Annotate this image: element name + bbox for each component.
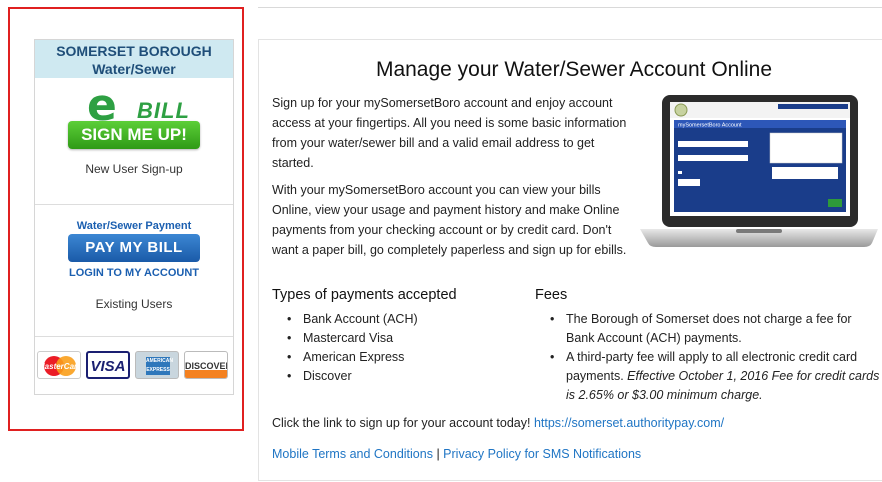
discover-logo: DISCOVER xyxy=(184,351,228,379)
laptop-screen-title: mySomersetBoro Account xyxy=(678,123,742,129)
top-divider xyxy=(258,7,882,8)
payment-types-heading: Types of payments accepted xyxy=(272,287,457,303)
ebill-logo: e BILL xyxy=(87,80,189,131)
list-item: Discover xyxy=(272,367,512,386)
fees-list: The Borough of Somerset does not charge … xyxy=(535,310,880,405)
signup-callout: Click the link to sign up for your accou… xyxy=(272,416,724,430)
visa-logo: VISA xyxy=(86,351,130,379)
mastercard-logo: MasterCard xyxy=(37,351,81,379)
laptop-illustration: mySomersetBoro Account xyxy=(640,95,878,247)
signup-portal-link[interactable]: https://somerset.authoritypay.com/ xyxy=(534,416,724,430)
brand-header: SOMERSET BOROUGH Water/Sewer xyxy=(35,40,233,78)
fees-heading: Fees xyxy=(535,287,568,303)
brand-line-2: Water/Sewer xyxy=(92,61,176,77)
footer-links: Mobile Terms and Conditions | Privacy Po… xyxy=(272,447,641,461)
list-item: The Borough of Somerset does not charge … xyxy=(535,310,880,348)
account-sidebar: SOMERSET BOROUGH Water/Sewer e BILL SIGN… xyxy=(34,39,234,395)
sign-me-up-button[interactable]: SIGN ME UP! xyxy=(68,121,200,149)
pay-my-bill-button[interactable]: PAY MY BILL xyxy=(68,234,200,262)
new-user-label: New User Sign-up xyxy=(85,162,183,176)
privacy-policy-link[interactable]: Privacy Policy for SMS Notifications xyxy=(443,447,641,461)
page-title: Manage your Water/Sewer Account Online xyxy=(375,58,773,81)
list-item: Mastercard Visa xyxy=(272,329,512,348)
login-link[interactable]: LOGIN TO MY ACCOUNT xyxy=(35,267,233,279)
intro-paragraph: Sign up for your mySomersetBoro account … xyxy=(272,96,627,170)
link-separator: | xyxy=(432,447,444,461)
brand-line-1: SOMERSET BOROUGH xyxy=(56,43,212,59)
list-item: American Express xyxy=(272,348,512,367)
divider xyxy=(35,204,233,205)
mobile-terms-link[interactable]: Mobile Terms and Conditions xyxy=(272,447,433,461)
payment-label: Water/Sewer Payment xyxy=(76,220,192,232)
list-item: Bank Account (ACH) xyxy=(272,310,512,329)
features-paragraph: With your mySomersetBoro account you can… xyxy=(272,183,627,257)
payment-types-list: Bank Account (ACH) Mastercard Visa Ameri… xyxy=(272,310,512,386)
signup-callout-text: Click the link to sign up for your accou… xyxy=(272,416,534,430)
amex-logo: AMERICAN EXPRESS xyxy=(135,351,179,379)
accepted-cards: MasterCard VISA AMERICAN EXPRESS DISCOVE… xyxy=(37,351,233,383)
divider xyxy=(35,336,233,337)
existing-users-label: Existing Users xyxy=(95,297,173,311)
list-item: A third-party fee will apply to all elec… xyxy=(535,348,880,405)
